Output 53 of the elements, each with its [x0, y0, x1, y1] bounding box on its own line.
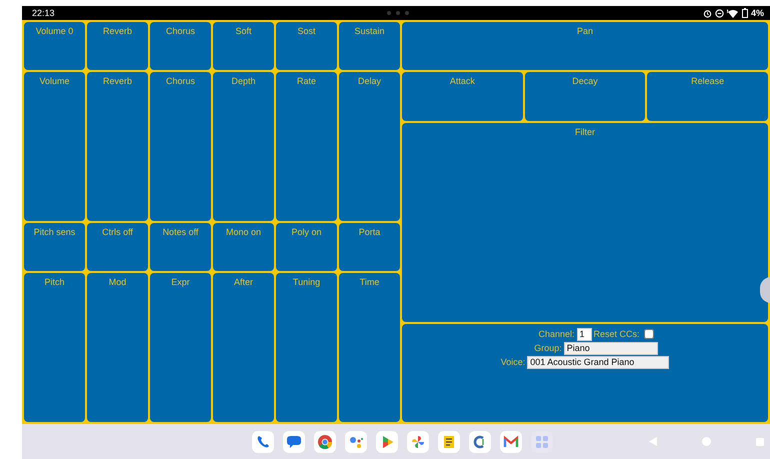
play-store-icon[interactable] — [376, 430, 398, 452]
battery-icon — [742, 8, 748, 18]
letter-c-app-icon[interactable] — [469, 430, 491, 452]
control-pad[interactable]: Expr — [150, 272, 211, 422]
control-pad[interactable]: Poly on — [276, 223, 337, 271]
browser-icon[interactable] — [314, 430, 336, 452]
wifi-icon — [726, 8, 739, 18]
control-pad[interactable]: Chorus — [150, 22, 211, 70]
group-field[interactable]: Piano — [564, 342, 658, 354]
notes-app-icon[interactable] — [438, 430, 460, 452]
reset-checkbox[interactable] — [644, 329, 654, 339]
do-not-disturb-icon — [714, 8, 724, 18]
control-pad[interactable]: Mod — [87, 272, 148, 422]
control-pad[interactable]: Delay — [339, 72, 400, 221]
control-pad[interactable]: Reverb — [87, 22, 148, 70]
field-label: Voice: — [500, 357, 526, 367]
mail-icon[interactable] — [500, 430, 522, 452]
control-pad[interactable]: Chorus — [150, 72, 211, 221]
page-dots-icon — [386, 10, 410, 16]
control-pad[interactable]: Volume 0 — [24, 22, 85, 70]
control-pad[interactable]: After — [213, 272, 274, 422]
control-pad[interactable]: Filter — [402, 122, 768, 322]
control-pad[interactable]: Rate — [276, 72, 337, 221]
channel-field[interactable]: 1 — [576, 328, 592, 340]
control-pad[interactable]: Pitch sens — [24, 223, 85, 271]
field-label: Reset CCs: — [594, 329, 640, 339]
battery-percent: 4% — [750, 8, 764, 18]
field-label: Channel: — [538, 329, 574, 339]
control-pad[interactable]: Decay — [524, 72, 646, 120]
control-pad[interactable]: Porta — [339, 223, 400, 271]
control-pad[interactable]: Tuning — [276, 272, 337, 422]
field-label: Group: — [534, 343, 562, 353]
voice-field[interactable]: 001 Acoustic Grand Piano — [527, 356, 670, 368]
chat-bubble-icon[interactable] — [283, 430, 305, 452]
control-pad[interactable]: Reverb — [87, 72, 148, 221]
control-pad[interactable]: Attack — [402, 72, 523, 120]
control-pad[interactable]: Volume — [24, 72, 85, 221]
control-pad[interactable]: Pitch — [24, 272, 85, 422]
control-pad[interactable]: Ctrls off — [87, 223, 148, 271]
control-pad[interactable]: Pan — [402, 22, 768, 70]
clock-time: 22:13 — [32, 8, 56, 18]
control-pad[interactable]: Release — [647, 72, 768, 120]
control-pad[interactable]: Mono on — [213, 223, 274, 271]
control-pad[interactable]: Time — [339, 272, 400, 422]
pinwheel-icon[interactable] — [407, 430, 429, 452]
control-pad[interactable]: Sustain — [339, 22, 400, 70]
phone-icon[interactable] — [252, 430, 274, 452]
control-pad[interactable]: Depth — [213, 72, 274, 221]
control-pad[interactable]: Sost — [276, 22, 337, 70]
control-pad[interactable]: Soft — [213, 22, 274, 70]
assistant-icon[interactable] — [345, 430, 367, 452]
control-pad[interactable]: Notes off — [150, 223, 211, 271]
alarm-icon — [702, 8, 712, 18]
